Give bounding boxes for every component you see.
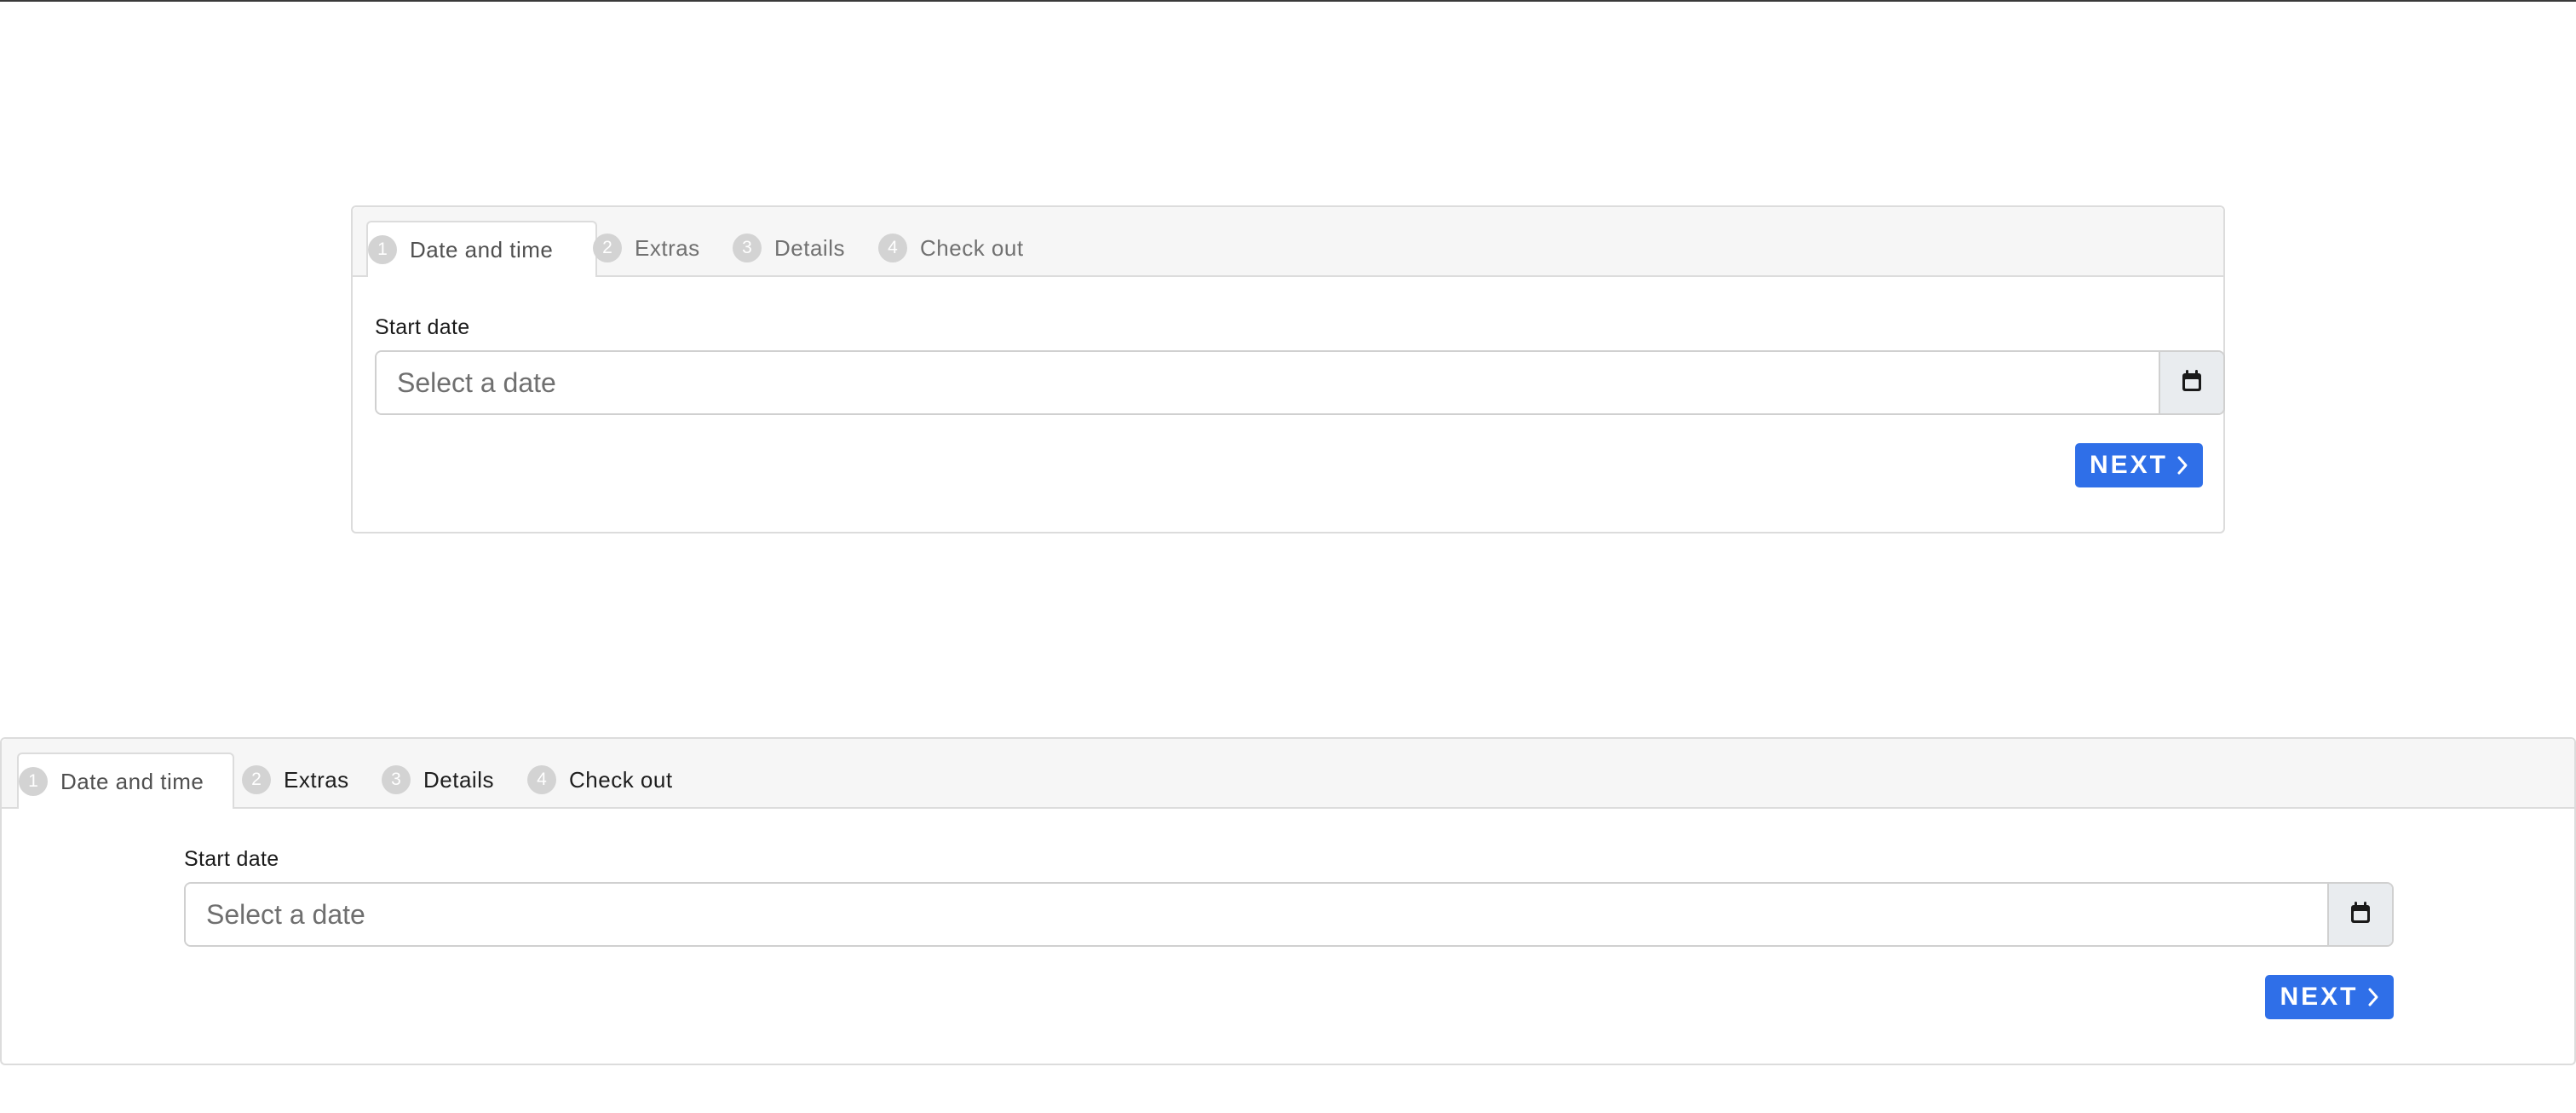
start-date-input[interactable] <box>377 352 2159 413</box>
tab-label: Check out <box>920 234 1024 261</box>
tab-label: Date and time <box>60 768 204 794</box>
calendar-button[interactable] <box>2327 884 2392 945</box>
start-date-input-group <box>184 882 2394 947</box>
wizard-tab-bar: 1 Date and time 2 Extras 3 Details 4 Che… <box>2 739 2574 809</box>
calendar-icon <box>2181 369 2203 397</box>
tab-label: Check out <box>569 766 673 793</box>
tab-label: Details <box>774 234 845 261</box>
next-button[interactable]: NEXT <box>2075 443 2203 487</box>
next-button-label: NEXT <box>2089 451 2168 479</box>
tab-label: Extras <box>635 234 700 261</box>
wizard-tab-bar: 1 Date and time 2 Extras 3 Details 4 Che… <box>353 207 2223 277</box>
step-number-badge: 4 <box>878 234 907 262</box>
next-button-label: NEXT <box>2280 983 2359 1011</box>
booking-wizard-full-width: 1 Date and time 2 Extras 3 Details 4 Che… <box>0 737 2576 1065</box>
step-number-badge: 4 <box>527 765 556 794</box>
chevron-right-icon <box>2367 987 2379 1007</box>
top-border-line <box>0 0 2576 2</box>
tab-label: Details <box>423 766 494 793</box>
step-number-badge: 1 <box>368 235 397 264</box>
step-number-badge: 2 <box>242 765 271 794</box>
chevron-right-icon <box>2176 455 2188 476</box>
start-date-input-group <box>375 350 2225 415</box>
tab-check-out[interactable]: 4 Check out <box>527 753 698 807</box>
booking-wizard: 1 Date and time 2 Extras 3 Details 4 Che… <box>351 205 2225 533</box>
calendar-icon <box>2349 901 2372 929</box>
tab-date-and-time[interactable]: 1 Date and time <box>17 753 234 809</box>
calendar-button[interactable] <box>2159 352 2223 413</box>
tab-details[interactable]: 3 Details <box>382 753 518 807</box>
step-number-badge: 1 <box>19 767 48 796</box>
tab-label: Extras <box>284 766 349 793</box>
tab-details[interactable]: 3 Details <box>733 221 869 275</box>
start-date-label: Start date <box>184 847 279 871</box>
tab-extras[interactable]: 2 Extras <box>593 221 721 275</box>
tab-check-out[interactable]: 4 Check out <box>878 221 1049 275</box>
start-date-label: Start date <box>375 315 470 339</box>
tab-date-and-time[interactable]: 1 Date and time <box>366 221 597 277</box>
step-number-badge: 3 <box>733 234 762 262</box>
step-number-badge: 3 <box>382 765 411 794</box>
tab-label: Date and time <box>410 236 554 262</box>
step-number-badge: 2 <box>593 234 622 262</box>
start-date-input[interactable] <box>186 884 2327 945</box>
next-button[interactable]: NEXT <box>2265 975 2394 1019</box>
tab-extras[interactable]: 2 Extras <box>242 753 370 807</box>
